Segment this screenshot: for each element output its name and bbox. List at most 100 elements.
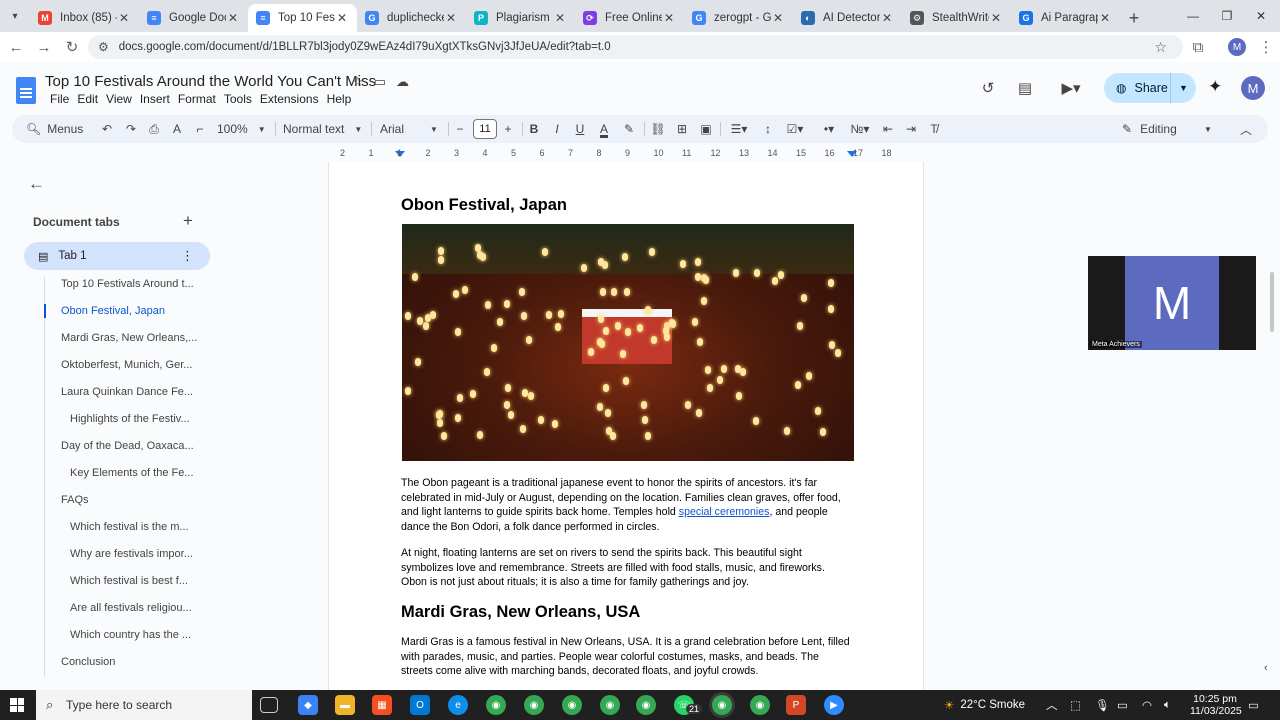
outline-item[interactable]: Laura Quinkan Dance Fe...: [61, 386, 193, 398]
star-icon[interactable]: ☆: [352, 74, 364, 90]
browser-tab[interactable]: Gzerogpt - Goo✕: [684, 4, 793, 32]
maximize-icon[interactable]: ❐: [1210, 0, 1244, 32]
link-icon[interactable]: ⛓: [650, 115, 666, 143]
minimize-icon[interactable]: —: [1176, 0, 1210, 32]
file-explorer-icon[interactable]: ▬: [335, 695, 355, 715]
outline-item[interactable]: Which country has the ...: [70, 629, 191, 641]
cloud-status-icon[interactable]: ☁: [396, 74, 409, 90]
powerpoint-icon[interactable]: P: [786, 695, 806, 715]
start-button[interactable]: [10, 698, 24, 712]
outline-item[interactable]: Which festival is the m...: [70, 521, 189, 533]
usb-icon[interactable]: ⬚: [1070, 690, 1081, 720]
outline-item[interactable]: Which festival is best f...: [70, 575, 188, 587]
increase-font-icon[interactable]: +: [501, 115, 515, 143]
obon-festival-image[interactable]: [402, 224, 854, 461]
undo-icon[interactable]: ↶: [98, 115, 116, 143]
store-icon[interactable]: ▦: [372, 695, 392, 715]
menu-format[interactable]: Format: [174, 92, 220, 106]
zoom-select[interactable]: 100% ▼: [217, 115, 267, 143]
menu-view[interactable]: View: [102, 92, 136, 106]
browser-tab[interactable]: ≡ Google Docs✕: [139, 4, 248, 32]
docs-logo-icon[interactable]: [16, 77, 36, 104]
clear-formatting-icon[interactable]: T̸: [926, 115, 942, 143]
outline-item[interactable]: Highlights of the Festiv...: [70, 413, 190, 425]
close-tab-icon[interactable]: ✕: [989, 11, 1003, 25]
chrome-profile-4-icon[interactable]: ◉: [636, 695, 656, 715]
volume-icon[interactable]: 🔈︎: [1164, 690, 1171, 720]
horizontal-ruler[interactable]: 2 1 1 2 3 4 5 6 7 8 9 10 11 12 13 14 15 16 17 18: [328, 147, 924, 161]
chrome-profile-3-icon[interactable]: ◉: [600, 695, 620, 715]
gemini-icon[interactable]: ✦: [1208, 77, 1222, 97]
close-tab-icon[interactable]: ✕: [662, 11, 676, 25]
account-avatar[interactable]: M: [1241, 76, 1265, 100]
decrease-font-icon[interactable]: −: [453, 115, 467, 143]
share-button[interactable]: ◍ Share ▼: [1104, 73, 1196, 103]
weather-widget[interactable]: ☀ 22°C Smoke: [944, 690, 1025, 720]
wifi-icon[interactable]: ◠: [1142, 690, 1152, 720]
chrome-active-icon[interactable]: ◉: [712, 695, 732, 715]
outline-item[interactable]: Are all festivals religiou...: [70, 602, 192, 614]
chrome-profile-icon[interactable]: ◉: [524, 695, 544, 715]
outline-item[interactable]: Conclusion: [61, 656, 115, 668]
share-dropdown-icon[interactable]: ▼: [1170, 73, 1196, 103]
notifications-icon[interactable]: ▭: [1248, 690, 1259, 720]
chrome-profile-2-icon[interactable]: ◉: [562, 695, 582, 715]
back-arrow-icon[interactable]: ←: [28, 174, 45, 194]
outline-item[interactable]: Day of the Dead, Oaxaca...: [61, 440, 194, 452]
browser-tab[interactable]: M Inbox (85) - m✕: [30, 4, 139, 32]
line-spacing-icon[interactable]: ↕: [760, 115, 776, 143]
menu-insert[interactable]: Insert: [136, 92, 174, 106]
editing-mode-select[interactable]: ✎ Editing ▼: [1122, 115, 1212, 143]
document-page[interactable]: Obon Festival, Japan The Obon pageant is…: [328, 162, 924, 690]
spellcheck-icon[interactable]: A: [168, 115, 186, 143]
italic-icon[interactable]: I: [549, 115, 565, 143]
menu-tools[interactable]: Tools: [220, 92, 256, 106]
collapse-menus-icon[interactable]: ︿: [1238, 115, 1254, 143]
show-hidden-icons[interactable]: ︿: [1046, 690, 1058, 720]
browser-tab[interactable]: ⚙ StealthWriter✕: [902, 4, 1011, 32]
chrome-profile-5-icon[interactable]: ◉: [750, 695, 770, 715]
profile-avatar[interactable]: M: [1228, 38, 1246, 56]
taskbar-search[interactable]: ⌕ Type here to search: [36, 690, 252, 720]
meet-video-tile[interactable]: M Meta Achievers: [1088, 256, 1256, 350]
reload-icon[interactable]: ↻: [58, 33, 86, 61]
outlook-icon[interactable]: O: [410, 695, 430, 715]
menus-search[interactable]: 🔍︎ Menus: [26, 115, 94, 143]
outline-item[interactable]: Mardi Gras, New Orleans,...: [61, 332, 197, 344]
close-tab-icon[interactable]: ✕: [335, 11, 349, 25]
browser-menu-icon[interactable]: ⋮: [1252, 33, 1280, 61]
print-icon[interactable]: ⎙: [145, 115, 163, 143]
close-tab-icon[interactable]: ✕: [771, 11, 785, 25]
version-history-icon[interactable]: ↺: [978, 78, 998, 98]
add-comment-icon[interactable]: ⊞: [674, 115, 690, 143]
numbered-list-icon[interactable]: №▾: [847, 115, 873, 143]
outline-item[interactable]: Oktoberfest, Munich, Ger...: [61, 359, 192, 371]
meet-icon[interactable]: ▶▾: [1055, 78, 1087, 98]
browser-tab[interactable]: G Ai Paragraph✕: [1011, 4, 1120, 32]
back-icon[interactable]: ←: [2, 33, 30, 61]
close-tab-icon[interactable]: ✕: [1098, 11, 1112, 25]
browser-tab[interactable]: ≡ Top 10 Festiv✕: [248, 4, 357, 32]
text-color-icon[interactable]: A: [596, 115, 612, 143]
tab-options-icon[interactable]: ⋮: [181, 248, 194, 264]
url-field[interactable]: ⚙ docs.google.com/document/d/1BLLR7bl3jo…: [88, 35, 1183, 59]
tab-1[interactable]: ▤ Tab 1 ⋮: [24, 242, 210, 270]
forward-icon[interactable]: →: [30, 33, 58, 61]
paint-format-icon[interactable]: ⌐: [191, 115, 209, 143]
font-size-input[interactable]: 11: [473, 119, 497, 139]
highlight-icon[interactable]: ✎: [621, 115, 637, 143]
close-window-icon[interactable]: ✕: [1244, 0, 1278, 32]
increase-indent-icon[interactable]: ⇥: [903, 115, 919, 143]
underline-icon[interactable]: U: [572, 115, 588, 143]
align-icon[interactable]: ☰▾: [726, 115, 752, 143]
close-tab-icon[interactable]: ✕: [553, 11, 567, 25]
add-tab-icon[interactable]: +: [183, 211, 193, 231]
system-clock[interactable]: 10:25 pm 11/03/2025: [1190, 693, 1242, 717]
browser-tab[interactable]: P Plagiarism Ch✕: [466, 4, 575, 32]
close-tab-icon[interactable]: ✕: [880, 11, 894, 25]
task-view-icon[interactable]: [260, 697, 278, 713]
bulleted-list-icon[interactable]: •▾: [816, 115, 842, 143]
checklist-icon[interactable]: ☑▾: [782, 115, 808, 143]
bookmark-star-icon[interactable]: ☆: [1154, 39, 1167, 56]
redo-icon[interactable]: ↷: [122, 115, 140, 143]
